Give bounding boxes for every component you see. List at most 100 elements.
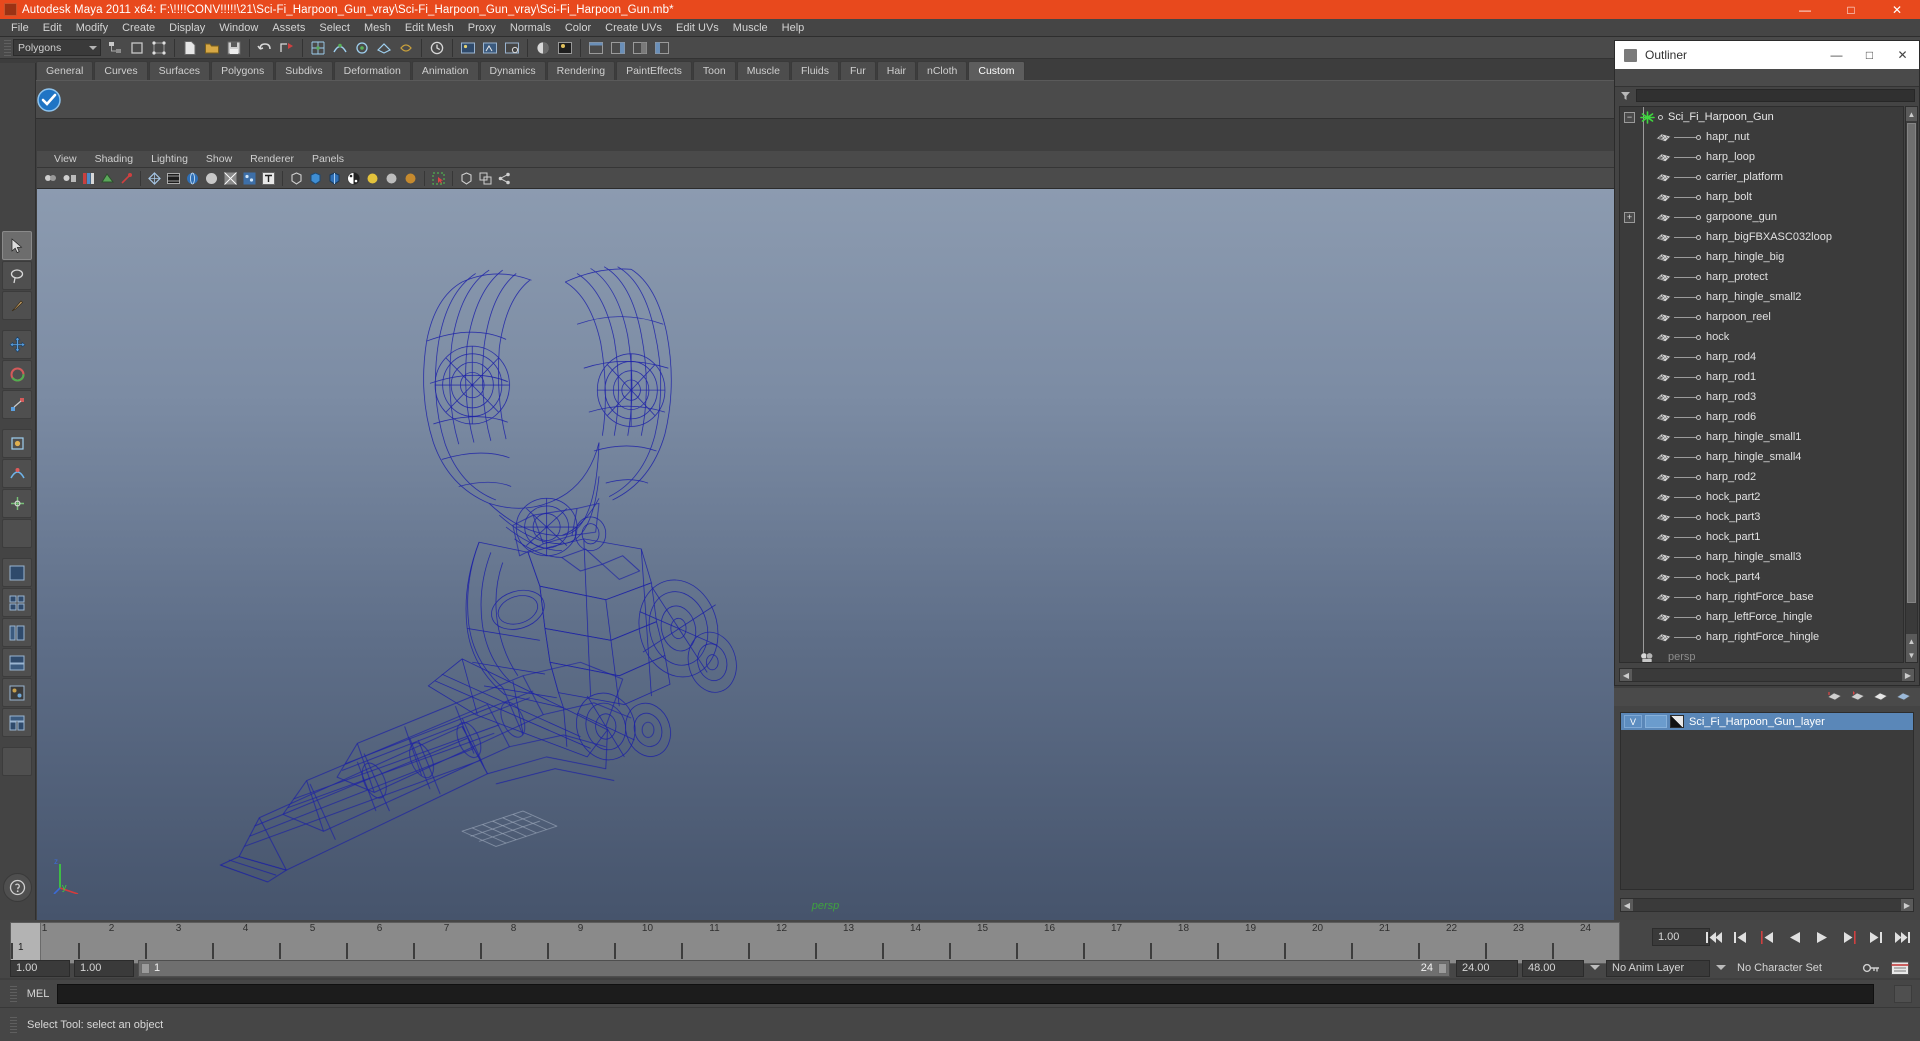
- menu-item-assets[interactable]: Assets: [265, 19, 312, 37]
- universal-manipulator-tool[interactable]: [2, 429, 32, 458]
- outliner-item[interactable]: harp_rod2: [1620, 467, 1903, 487]
- scrollbar-thumb[interactable]: [1907, 123, 1916, 603]
- outliner-tree[interactable]: − Sci_Fi_Harpoon_Gun hapr_nut harp_loop carr…: [1619, 106, 1904, 663]
- node-handle-icon[interactable]: [1696, 254, 1701, 260]
- outliner-item[interactable]: harp_rod3: [1620, 387, 1903, 407]
- layout-persp-outliner[interactable]: [2, 618, 32, 647]
- selection-mode-dropdown[interactable]: Polygons: [13, 39, 101, 56]
- scroll-up-arrow[interactable]: ▲: [1906, 107, 1917, 121]
- go-to-end-button[interactable]: [1889, 926, 1916, 948]
- snap-view-plane-icon[interactable]: [374, 38, 394, 58]
- outliner-item[interactable]: harp_hingle_small1: [1620, 427, 1903, 447]
- node-handle-icon[interactable]: [1696, 294, 1701, 300]
- anim-layer-chevron-icon[interactable]: [1590, 965, 1600, 975]
- node-handle-icon[interactable]: [1696, 194, 1701, 200]
- layout-hypershade[interactable]: [2, 678, 32, 707]
- node-handle-icon[interactable]: [1696, 494, 1701, 500]
- outliner-item[interactable]: hock_part1: [1620, 527, 1903, 547]
- lasso-tool[interactable]: [2, 261, 32, 290]
- snap-point-icon[interactable]: [352, 38, 372, 58]
- node-handle-icon[interactable]: [1696, 534, 1701, 540]
- quick-layout-extra[interactable]: [2, 747, 32, 776]
- render-view-icon[interactable]: [555, 38, 575, 58]
- hierarchy-mode-icon[interactable]: [105, 38, 125, 58]
- outliner-item[interactable]: harp_rightForce_hingle: [1620, 627, 1903, 647]
- open-scene-icon[interactable]: [202, 38, 222, 58]
- light-yellow-icon[interactable]: [364, 170, 381, 187]
- image-plane-icon[interactable]: [99, 170, 116, 187]
- viewport-3d-canvas[interactable]: y z persp: [37, 189, 1614, 920]
- playback-end-field[interactable]: 48.00: [1522, 959, 1584, 977]
- outliner-minimize-button[interactable]: —: [1820, 41, 1853, 69]
- wireframe-shading-icon[interactable]: [146, 170, 163, 187]
- soft-modification-tool[interactable]: [2, 459, 32, 488]
- outliner-close-button[interactable]: ✕: [1886, 41, 1919, 69]
- shelf-tab-muscle[interactable]: Muscle: [736, 61, 790, 80]
- hscroll-right-arrow[interactable]: ▶: [1902, 669, 1914, 681]
- shelf-tab-ncloth[interactable]: nCloth: [917, 61, 968, 80]
- shelf-tab-polygons[interactable]: Polygons: [211, 61, 275, 80]
- menu-item-create[interactable]: Create: [115, 19, 162, 37]
- step-forward-frame-button[interactable]: [1835, 926, 1862, 948]
- menu-item-select[interactable]: Select: [312, 19, 357, 37]
- outliner-item[interactable]: harp_bolt: [1620, 187, 1903, 207]
- scroll-down-arrow[interactable]: ▼: [1906, 648, 1917, 662]
- hscroll-left-arrow[interactable]: ◀: [1620, 669, 1632, 681]
- tool-settings-toggle-icon[interactable]: [652, 38, 672, 58]
- outliner-item[interactable]: hock_part4: [1620, 567, 1903, 587]
- go-to-start-button[interactable]: [1700, 926, 1727, 948]
- layer-new-from-selected-icon[interactable]: [1849, 690, 1866, 704]
- node-handle-icon[interactable]: [1658, 114, 1663, 120]
- menu-item-display[interactable]: Display: [162, 19, 212, 37]
- command-language-label[interactable]: MEL: [19, 988, 57, 1000]
- outliner-item[interactable]: persp: [1620, 647, 1903, 662]
- snap-grid-icon[interactable]: [308, 38, 328, 58]
- render-settings-icon[interactable]: [502, 38, 522, 58]
- shadows-icon[interactable]: [222, 170, 239, 187]
- shelf-tab-custom[interactable]: Custom: [968, 61, 1025, 80]
- menu-item-proxy[interactable]: Proxy: [461, 19, 503, 37]
- step-forward-key-button[interactable]: [1862, 926, 1889, 948]
- node-handle-icon[interactable]: [1696, 174, 1701, 180]
- layer-list[interactable]: V Sci_Fi_Harpoon_Gun_layer: [1620, 712, 1914, 890]
- toolbar-grip[interactable]: [4, 39, 11, 56]
- minimize-button[interactable]: —: [1782, 0, 1828, 19]
- layout-persp-graph[interactable]: [2, 648, 32, 677]
- help-line-icon[interactable]: [3, 873, 32, 902]
- light-grey-icon[interactable]: [383, 170, 400, 187]
- node-handle-icon[interactable]: [1696, 594, 1701, 600]
- step-back-key-button[interactable]: [1727, 926, 1754, 948]
- layer-row[interactable]: V Sci_Fi_Harpoon_Gun_layer: [1621, 713, 1913, 730]
- outliner-item[interactable]: harp_leftForce_hingle: [1620, 607, 1903, 627]
- textured-shade-icon[interactable]: [184, 170, 201, 187]
- viewport-menu-lighting[interactable]: Lighting: [142, 153, 197, 165]
- node-handle-icon[interactable]: [1696, 634, 1701, 640]
- menu-item-edit-mesh[interactable]: Edit Mesh: [398, 19, 461, 37]
- outliner-item[interactable]: harp_loop: [1620, 147, 1903, 167]
- undo-icon[interactable]: [255, 38, 275, 58]
- node-handle-icon[interactable]: [1696, 474, 1701, 480]
- menu-item-create-uvs[interactable]: Create UVs: [598, 19, 669, 37]
- outliner-vertical-scrollbar[interactable]: ▲ ▲ ▼: [1905, 106, 1918, 663]
- construction-history-icon[interactable]: [427, 38, 447, 58]
- node-handle-icon[interactable]: [1696, 434, 1701, 440]
- range-slider[interactable]: 1 24: [138, 959, 1450, 977]
- select-marquee-icon[interactable]: [430, 170, 447, 187]
- layer-horizontal-scrollbar[interactable]: ◀ ▶: [1620, 898, 1914, 912]
- outliner-item[interactable]: harp_protect: [1620, 267, 1903, 287]
- hardware-texturing-icon[interactable]: [307, 170, 324, 187]
- character-set-chevron-icon[interactable]: [1716, 965, 1726, 975]
- help-line-grip[interactable]: [10, 1016, 17, 1033]
- filter-icon[interactable]: [1619, 89, 1632, 102]
- play-backwards-button[interactable]: [1781, 926, 1808, 948]
- node-handle-icon[interactable]: [1696, 334, 1701, 340]
- smooth-shade-icon[interactable]: [165, 170, 182, 187]
- object-mode-icon[interactable]: [127, 38, 147, 58]
- menu-item-normals[interactable]: Normals: [503, 19, 558, 37]
- layout-single-perspective[interactable]: [2, 558, 32, 587]
- outliner-item[interactable]: hapr_nut: [1620, 127, 1903, 147]
- node-handle-icon[interactable]: [1696, 414, 1701, 420]
- outliner-item[interactable]: harp_rod6: [1620, 407, 1903, 427]
- shelf-tab-curves[interactable]: Curves: [94, 61, 148, 80]
- viewport-menu-shading[interactable]: Shading: [86, 153, 143, 165]
